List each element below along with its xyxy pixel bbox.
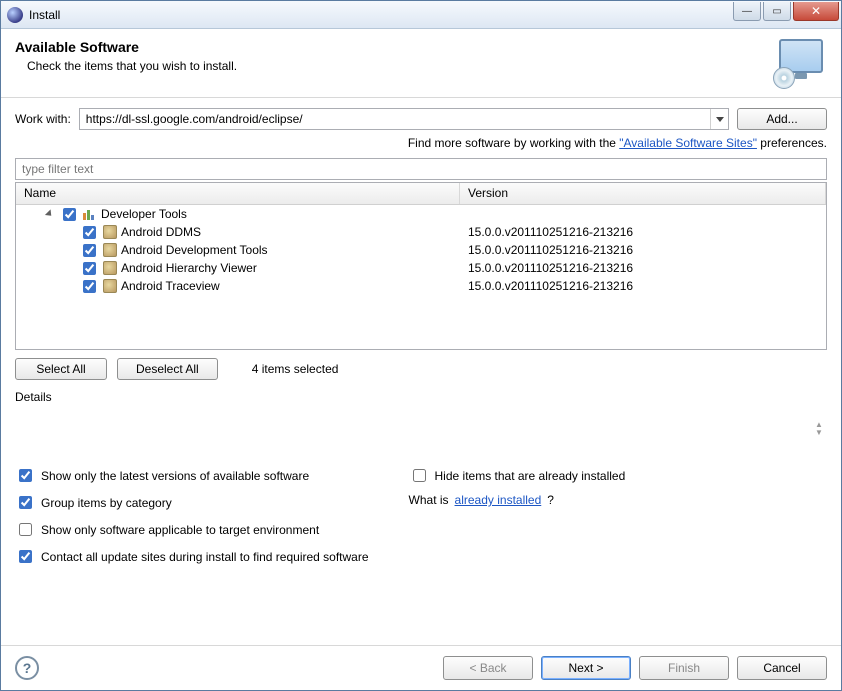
tree-item-row[interactable]: Android Traceview 15.0.0.v201110251216-2… xyxy=(16,277,826,295)
titlebar[interactable]: Install — ▭ ✕ xyxy=(1,1,841,29)
plugin-icon xyxy=(103,243,117,257)
finish-button[interactable]: Finish xyxy=(639,656,729,680)
plugin-icon xyxy=(103,225,117,239)
category-checkbox[interactable] xyxy=(63,208,76,221)
already-installed-link[interactable]: already installed xyxy=(455,493,542,507)
column-name[interactable]: Name xyxy=(16,183,460,204)
cancel-button[interactable]: Cancel xyxy=(737,656,827,680)
triangle-down-icon xyxy=(45,209,54,218)
item-checkbox[interactable] xyxy=(83,244,96,257)
back-button[interactable]: < Back xyxy=(443,656,533,680)
minimize-button[interactable]: — xyxy=(733,2,761,21)
install-wizard-icon xyxy=(775,39,827,87)
column-version[interactable]: Version xyxy=(460,183,826,204)
item-label: Android Traceview xyxy=(121,279,220,293)
opt-hide-installed[interactable]: Hide items that are already installed xyxy=(409,466,626,485)
scroll-down-icon: ▼ xyxy=(815,429,823,437)
item-label: Android Development Tools xyxy=(121,243,268,257)
item-version: 15.0.0.v201110251216-213216 xyxy=(460,279,826,293)
work-with-label: Work with: xyxy=(15,112,71,126)
install-window: Install — ▭ ✕ Available Software Check t… xyxy=(0,0,842,691)
sites-hint: Find more software by working with the "… xyxy=(15,136,827,150)
item-checkbox[interactable] xyxy=(83,226,96,239)
selection-status: 4 items selected xyxy=(252,362,339,376)
maximize-button[interactable]: ▭ xyxy=(763,2,791,21)
eclipse-icon xyxy=(7,7,23,23)
deselect-all-button[interactable]: Deselect All xyxy=(117,358,218,380)
wizard-header: Available Software Check the items that … xyxy=(1,29,841,98)
details-label: Details xyxy=(15,390,827,404)
next-button[interactable]: Next > xyxy=(541,656,631,680)
add-site-button[interactable]: Add... xyxy=(737,108,827,130)
select-all-button[interactable]: Select All xyxy=(15,358,107,380)
details-scrollbar[interactable]: ▲ ▼ xyxy=(811,406,827,452)
item-checkbox[interactable] xyxy=(83,280,96,293)
item-checkbox[interactable] xyxy=(83,262,96,275)
page-title: Available Software xyxy=(15,39,775,55)
opt-target-env[interactable]: Show only software applicable to target … xyxy=(15,520,369,539)
help-button[interactable]: ? xyxy=(15,656,39,680)
work-with-combo[interactable] xyxy=(79,108,729,130)
item-label: Android DDMS xyxy=(121,225,201,239)
work-with-input[interactable] xyxy=(80,109,710,129)
opt-contact-sites[interactable]: Contact all update sites during install … xyxy=(15,547,369,566)
tree-category-row[interactable]: Developer Tools xyxy=(16,205,826,223)
details-area: ▲ ▼ xyxy=(15,406,827,452)
opt-latest-versions[interactable]: Show only the latest versions of availab… xyxy=(15,466,369,485)
tree-item-row[interactable]: Android DDMS 15.0.0.v201110251216-213216 xyxy=(16,223,826,241)
opt-group-category[interactable]: Group items by category xyxy=(15,493,369,512)
work-with-dropdown-button[interactable] xyxy=(710,109,728,129)
category-label: Developer Tools xyxy=(101,207,187,221)
item-label: Android Hierarchy Viewer xyxy=(121,261,257,275)
window-title: Install xyxy=(29,8,733,22)
available-sites-link[interactable]: "Available Software Sites" xyxy=(619,136,757,150)
software-tree[interactable]: Name Version Developer Tools xyxy=(15,182,827,350)
already-installed-hint: What is already installed? xyxy=(409,493,626,507)
expand-toggle[interactable] xyxy=(44,209,55,220)
plugin-icon xyxy=(103,261,117,275)
page-subtitle: Check the items that you wish to install… xyxy=(15,59,775,73)
close-button[interactable]: ✕ xyxy=(793,2,839,21)
item-version: 15.0.0.v201110251216-213216 xyxy=(460,225,826,239)
item-version: 15.0.0.v201110251216-213216 xyxy=(460,261,826,275)
tree-item-row[interactable]: Android Hierarchy Viewer 15.0.0.v2011102… xyxy=(16,259,826,277)
tree-item-row[interactable]: Android Development Tools 15.0.0.v201110… xyxy=(16,241,826,259)
item-version: 15.0.0.v201110251216-213216 xyxy=(460,243,826,257)
plugin-icon xyxy=(103,279,117,293)
chevron-down-icon xyxy=(716,117,724,122)
filter-input[interactable]: type filter text xyxy=(15,158,827,180)
category-icon xyxy=(83,208,97,220)
